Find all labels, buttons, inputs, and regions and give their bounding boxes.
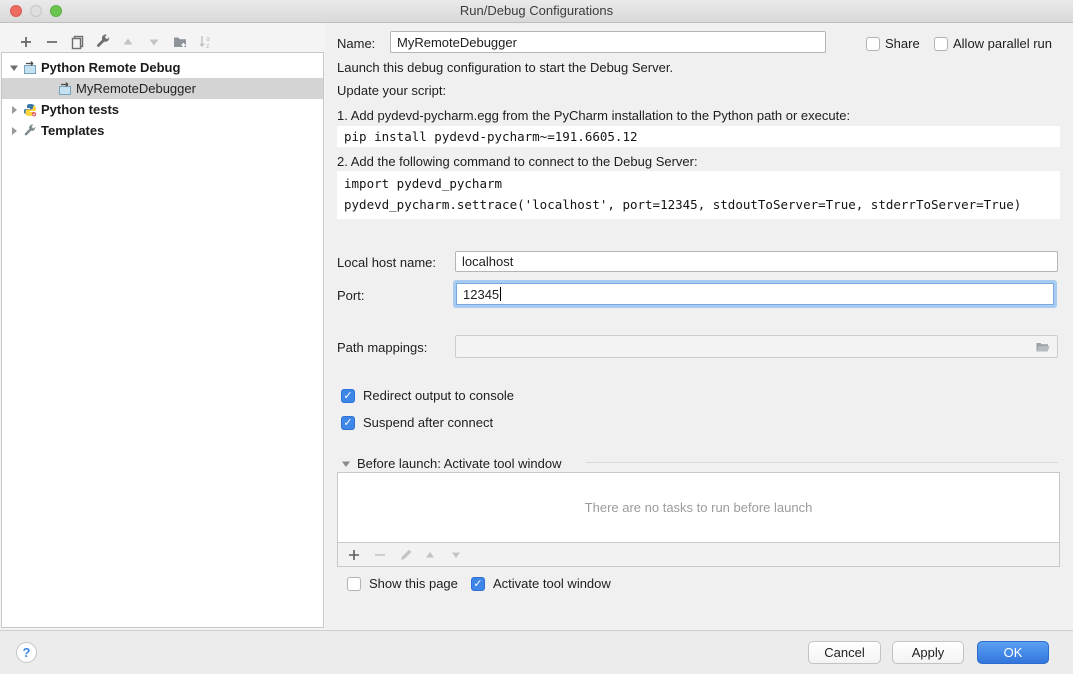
move-task-up-icon[interactable] bbox=[422, 547, 438, 563]
pip-install-code-block: pip install pydevd-pycharm~=191.6605.12 bbox=[337, 126, 1060, 147]
allow-parallel-run-label: Allow parallel run bbox=[953, 36, 1052, 51]
suspend-after-connect-label: Suspend after connect bbox=[363, 415, 493, 430]
activate-tool-window-checkbox[interactable] bbox=[471, 577, 485, 591]
move-task-down-icon[interactable] bbox=[448, 547, 464, 563]
window-title: Run/Debug Configurations bbox=[0, 0, 1073, 22]
activate-tool-window-label: Activate tool window bbox=[493, 576, 611, 591]
path-mappings-input[interactable] bbox=[455, 335, 1058, 358]
tree-item-label: Python tests bbox=[41, 102, 119, 117]
tree-item-label: Python Remote Debug bbox=[41, 60, 180, 75]
templates-wrench-icon bbox=[23, 124, 37, 138]
settrace-code-block: import pydevd_pycharm pydevd_pycharm.set… bbox=[337, 171, 1060, 219]
share-label: Share bbox=[885, 36, 920, 51]
before-launch-header: Before launch: Activate tool window bbox=[357, 456, 562, 471]
tree-item-python-tests[interactable]: Python tests bbox=[2, 99, 323, 120]
before-launch-task-list: There are no tasks to run before launch bbox=[337, 472, 1060, 543]
tree-item-templates[interactable]: Templates bbox=[2, 120, 323, 141]
suspend-after-connect-checkbox[interactable] bbox=[341, 416, 355, 430]
chevron-down-icon[interactable] bbox=[9, 63, 19, 73]
redirect-output-label: Redirect output to console bbox=[363, 388, 514, 403]
add-configuration-icon[interactable] bbox=[18, 34, 34, 50]
python-tests-icon bbox=[23, 103, 37, 117]
share-checkbox[interactable] bbox=[866, 37, 880, 51]
browse-folder-icon[interactable] bbox=[1035, 339, 1051, 355]
new-folder-icon[interactable] bbox=[172, 34, 188, 50]
step1-text: 1. Add pydevd-pycharm.egg from the PyCha… bbox=[337, 108, 850, 123]
local-host-name-input[interactable] bbox=[455, 251, 1058, 272]
port-value: 12345 bbox=[463, 287, 499, 302]
intro-text: Launch this debug configuration to start… bbox=[337, 60, 673, 75]
minimize-window-button[interactable] bbox=[30, 5, 42, 17]
step2-text: 2. Add the following command to connect … bbox=[337, 154, 698, 169]
svg-text:a: a bbox=[206, 36, 210, 43]
before-launch-collapse-icon[interactable] bbox=[341, 459, 351, 469]
name-input[interactable] bbox=[390, 31, 826, 53]
update-script-text: Update your script: bbox=[337, 83, 446, 98]
run-debug-configurations-dialog: Run/Debug Configurations az Python Remot… bbox=[0, 0, 1073, 674]
move-up-icon[interactable] bbox=[120, 34, 136, 50]
close-window-button[interactable] bbox=[10, 5, 22, 17]
sort-alpha-icon[interactable]: az bbox=[197, 34, 213, 50]
local-host-name-label: Local host name: bbox=[337, 255, 436, 270]
show-this-page-checkbox[interactable] bbox=[347, 577, 361, 591]
remove-task-icon[interactable] bbox=[372, 547, 388, 563]
remove-configuration-icon[interactable] bbox=[44, 34, 60, 50]
port-label: Port: bbox=[337, 288, 364, 303]
chevron-right-icon[interactable] bbox=[9, 105, 19, 115]
help-button[interactable]: ? bbox=[16, 642, 37, 663]
port-input[interactable]: 12345 bbox=[456, 283, 1054, 305]
chevron-right-icon[interactable] bbox=[9, 126, 19, 136]
configurations-sidebar: az Python Remote Debug MyRemoteDebugger … bbox=[0, 23, 325, 630]
tree-item-python-remote-debug[interactable]: Python Remote Debug bbox=[2, 57, 323, 78]
allow-parallel-run-checkbox[interactable] bbox=[934, 37, 948, 51]
configurations-tree: Python Remote Debug MyRemoteDebugger Pyt… bbox=[1, 52, 324, 628]
cancel-button[interactable]: Cancel bbox=[808, 641, 881, 664]
zoom-window-button[interactable] bbox=[50, 5, 62, 17]
tree-item-label: MyRemoteDebugger bbox=[76, 81, 196, 96]
add-task-icon[interactable] bbox=[346, 547, 362, 563]
redirect-output-checkbox[interactable] bbox=[341, 389, 355, 403]
copy-configuration-icon[interactable] bbox=[70, 34, 86, 50]
ok-button[interactable]: OK bbox=[977, 641, 1049, 664]
text-caret bbox=[500, 287, 501, 301]
code-line-2: pydevd_pycharm.settrace('localhost', por… bbox=[344, 197, 1021, 212]
dialog-footer: ? Cancel Apply OK bbox=[0, 630, 1073, 674]
apply-button[interactable]: Apply bbox=[892, 641, 964, 664]
tree-item-label: Templates bbox=[41, 123, 104, 138]
before-launch-divider bbox=[586, 462, 1058, 463]
before-launch-toolbar bbox=[337, 542, 1060, 567]
no-tasks-text: There are no tasks to run before launch bbox=[585, 500, 813, 515]
path-mappings-label: Path mappings: bbox=[337, 340, 427, 355]
title-bar: Run/Debug Configurations bbox=[0, 0, 1073, 23]
remote-debug-config-icon bbox=[58, 82, 72, 96]
show-this-page-label: Show this page bbox=[369, 576, 458, 591]
remote-debug-config-icon bbox=[23, 61, 37, 75]
move-down-icon[interactable] bbox=[146, 34, 162, 50]
edit-templates-icon[interactable] bbox=[95, 34, 111, 50]
tree-item-myremotedebugger[interactable]: MyRemoteDebugger bbox=[2, 78, 323, 99]
code-line-1: import pydevd_pycharm bbox=[344, 176, 502, 191]
edit-task-icon[interactable] bbox=[398, 547, 414, 563]
svg-text:z: z bbox=[206, 43, 210, 50]
name-label: Name: bbox=[337, 36, 375, 51]
